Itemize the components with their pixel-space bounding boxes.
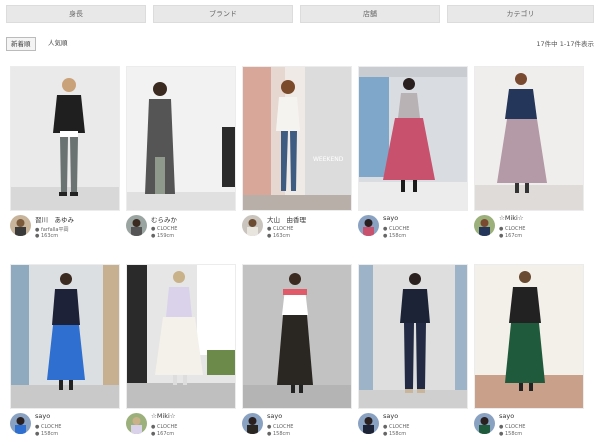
sort-bar: 新着順 人気順 17件中 1-17件表示 <box>6 37 594 51</box>
staff-brand: ● CLOCHE <box>267 226 294 232</box>
staff-name[interactable]: むらみか <box>151 214 177 224</box>
avatar[interactable] <box>474 413 495 434</box>
staff-name[interactable]: 習川 あゆみ <box>35 214 74 224</box>
avatar[interactable] <box>126 215 147 236</box>
filter-tabs: 身長 ブランド 店舗 カテゴリ <box>6 5 594 23</box>
avatar[interactable] <box>474 215 495 236</box>
staff-brand: ● CLOCHE <box>151 424 178 430</box>
outfit-photo[interactable] <box>10 66 120 211</box>
tab-brand[interactable]: ブランド <box>153 5 293 23</box>
outfit-photo[interactable] <box>10 264 120 409</box>
staff-height: ● 158cm <box>267 431 291 437</box>
staff-brand: ● CLOCHE <box>383 424 410 430</box>
avatar[interactable] <box>358 413 379 434</box>
sort-popular-button[interactable]: 人気順 <box>44 37 72 51</box>
avatar[interactable] <box>242 215 263 236</box>
outfit-photo[interactable]: WEEKEND <box>242 66 352 211</box>
staff-brand: ● CLOCHE <box>499 424 526 430</box>
staff-brand: ● CLOCHE <box>383 226 410 232</box>
staff-height: ● 158cm <box>499 431 523 437</box>
staff-brand: ● farfalla平岡 <box>35 227 69 233</box>
staff-name[interactable]: sayo <box>267 412 282 420</box>
svg-text:WEEKEND: WEEKEND <box>313 156 344 163</box>
staff-brand: ● CLOCHE <box>151 226 178 232</box>
staff-brand: ● CLOCHE <box>499 226 526 232</box>
staff-height: ● 158cm <box>383 233 407 239</box>
staff-name[interactable]: sayo <box>499 412 514 420</box>
avatar[interactable] <box>358 215 379 236</box>
outfit-photo[interactable] <box>242 264 352 409</box>
staff-name[interactable]: sayo <box>35 412 50 420</box>
outfit-photo[interactable] <box>126 66 236 211</box>
sort-newest-button[interactable]: 新着順 <box>6 37 36 51</box>
staff-height: ● 163cm <box>267 233 291 239</box>
staff-name[interactable]: ☆Miki☆ <box>499 214 524 222</box>
staff-height: ● 158cm <box>383 431 407 437</box>
avatar[interactable] <box>10 215 31 236</box>
staff-height: ● 158cm <box>35 431 59 437</box>
staff-brand: ● CLOCHE <box>35 424 62 430</box>
outfit-photo[interactable] <box>126 264 236 409</box>
staff-height: ● 163cm <box>35 233 59 239</box>
outfit-photo[interactable] <box>358 264 468 409</box>
avatar[interactable] <box>242 413 263 434</box>
avatar[interactable] <box>126 413 147 434</box>
staff-name[interactable]: sayo <box>383 214 398 222</box>
tab-category[interactable]: カテゴリ <box>447 5 594 23</box>
staff-height: ● 167cm <box>499 233 523 239</box>
outfit-photo[interactable] <box>474 264 584 409</box>
avatar[interactable] <box>10 413 31 434</box>
staff-height: ● 159cm <box>151 233 175 239</box>
tab-store[interactable]: 店舗 <box>300 5 440 23</box>
staff-height: ● 167cm <box>151 431 175 437</box>
staff-name[interactable]: ☆Miki☆ <box>151 412 176 420</box>
outfit-photo[interactable] <box>474 66 584 211</box>
staff-name[interactable]: sayo <box>383 412 398 420</box>
tab-height[interactable]: 身長 <box>6 5 146 23</box>
staff-name[interactable]: 大山 由香理 <box>267 214 306 224</box>
staff-brand: ● CLOCHE <box>267 424 294 430</box>
outfit-photo[interactable] <box>358 66 468 211</box>
result-count: 17件中 1-17件表示 <box>536 40 594 48</box>
